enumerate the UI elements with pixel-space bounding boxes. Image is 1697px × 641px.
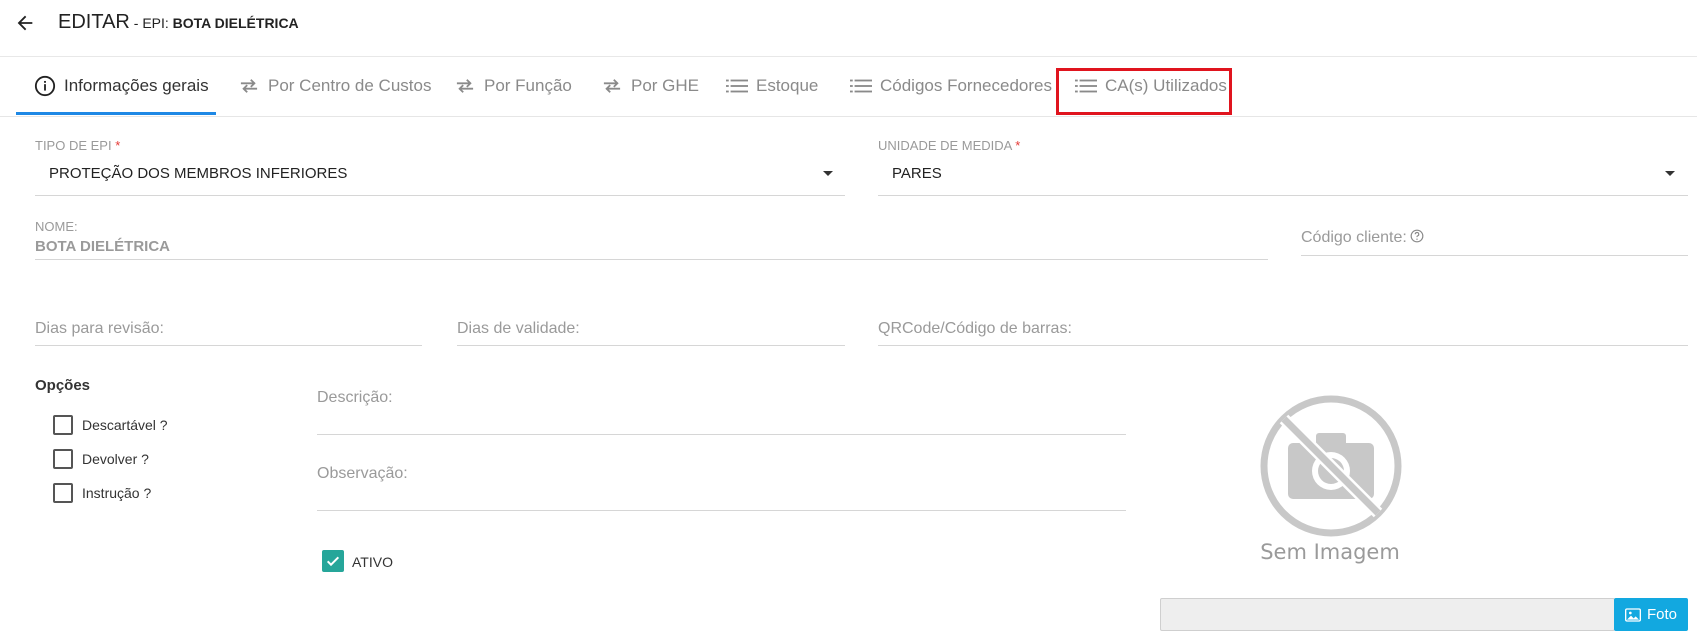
- opcoes-title: Opções: [35, 377, 91, 394]
- ativo-label: ATIVO: [352, 554, 393, 570]
- foto-button[interactable]: Foto: [1614, 598, 1688, 631]
- tab-estoque[interactable]: Estoque: [726, 56, 818, 116]
- image-icon: [1624, 607, 1641, 622]
- unidade-medida-dropdown-icon[interactable]: [1665, 171, 1675, 176]
- tab-label: Informações gerais: [64, 76, 209, 95]
- tipo-epi-select[interactable]: PROTEÇÃO DOS MEMBROS INFERIORES: [49, 165, 809, 189]
- tab-label: Por GHE: [631, 76, 700, 95]
- swap-icon: [240, 79, 258, 93]
- tab-label: Por Função: [484, 76, 572, 95]
- tab-informacoes-gerais[interactable]: Informações gerais: [34, 56, 209, 116]
- dias-revisao-underline: [35, 345, 422, 346]
- swap-icon: [603, 79, 621, 93]
- tab-label: Estoque: [756, 76, 819, 95]
- devolver-label: Devolver ?: [82, 451, 149, 467]
- unidade-medida-label: UNIDADE DE MEDIDA *: [878, 138, 1021, 153]
- descartavel-checkbox[interactable]: [53, 415, 73, 435]
- qrcode-field[interactable]: QRCode/Código de barras:: [878, 320, 1072, 338]
- descartavel-label: Descartável ?: [82, 417, 168, 433]
- foto-button-label: Foto: [1646, 606, 1677, 623]
- page-title: EDITAR - EPI: BOTA DIELÉTRICA: [58, 11, 299, 33]
- back-arrow-icon[interactable]: [14, 12, 36, 34]
- tipo-epi-underline: [35, 195, 845, 196]
- nome-field[interactable]: BOTA DIELÉTRICA: [35, 238, 170, 255]
- tab-label: Por Centro de Custos: [268, 76, 432, 95]
- list-icon: [726, 79, 748, 93]
- sem-imagem-text: Sem Imagem: [1260, 540, 1400, 564]
- tab-por-funcao[interactable]: Por Função: [454, 56, 572, 116]
- tab-bar: Informações gerais Por Centro de Custos …: [0, 56, 1697, 117]
- unidade-medida-select[interactable]: PARES: [892, 165, 1652, 189]
- no-camera-icon: [1258, 393, 1404, 544]
- instrucao-label: Instrução ?: [82, 485, 152, 501]
- descricao-field[interactable]: Descrição:: [317, 389, 393, 407]
- tab-label: Códigos Fornecedores: [880, 76, 1052, 95]
- list-icon: [850, 79, 872, 93]
- dias-validade-underline: [457, 345, 845, 346]
- help-icon[interactable]: [1410, 229, 1424, 248]
- nome-underline: [35, 259, 1268, 260]
- ativo-checkbox[interactable]: [322, 550, 344, 572]
- dias-revisao-field[interactable]: Dias para revisão:: [35, 320, 164, 338]
- devolver-checkbox[interactable]: [53, 449, 73, 469]
- observacao-field[interactable]: Observação:: [317, 465, 408, 483]
- check-icon: [326, 556, 340, 567]
- observacao-underline: [317, 510, 1126, 511]
- qrcode-underline: [878, 345, 1688, 346]
- tipo-epi-label: TIPO DE EPI *: [35, 138, 121, 153]
- dias-validade-field[interactable]: Dias de validade:: [457, 320, 580, 338]
- swap-icon: [456, 79, 474, 93]
- info-icon: [34, 75, 56, 97]
- tab-por-ghe[interactable]: Por GHE: [601, 56, 699, 116]
- epi-name: BOTA DIELÉTRICA: [172, 15, 299, 31]
- highlight-box: [1056, 68, 1232, 115]
- tipo-epi-dropdown-icon[interactable]: [823, 171, 833, 176]
- nome-label: NOME:: [35, 219, 78, 234]
- tab-codigos-fornecedores[interactable]: Códigos Fornecedores: [850, 56, 1052, 116]
- descricao-underline: [317, 434, 1126, 435]
- page-header: EDITAR - EPI: BOTA DIELÉTRICA: [0, 0, 1697, 57]
- unidade-medida-underline: [878, 195, 1688, 196]
- instrucao-checkbox[interactable]: [53, 483, 73, 503]
- active-tab-indicator: [16, 112, 216, 115]
- tab-por-centro-de-custos[interactable]: Por Centro de Custos: [238, 56, 431, 116]
- photo-file-input[interactable]: [1160, 598, 1615, 631]
- codigo-cliente-field[interactable]: Código cliente:: [1301, 229, 1407, 247]
- codigo-cliente-underline: [1301, 255, 1688, 256]
